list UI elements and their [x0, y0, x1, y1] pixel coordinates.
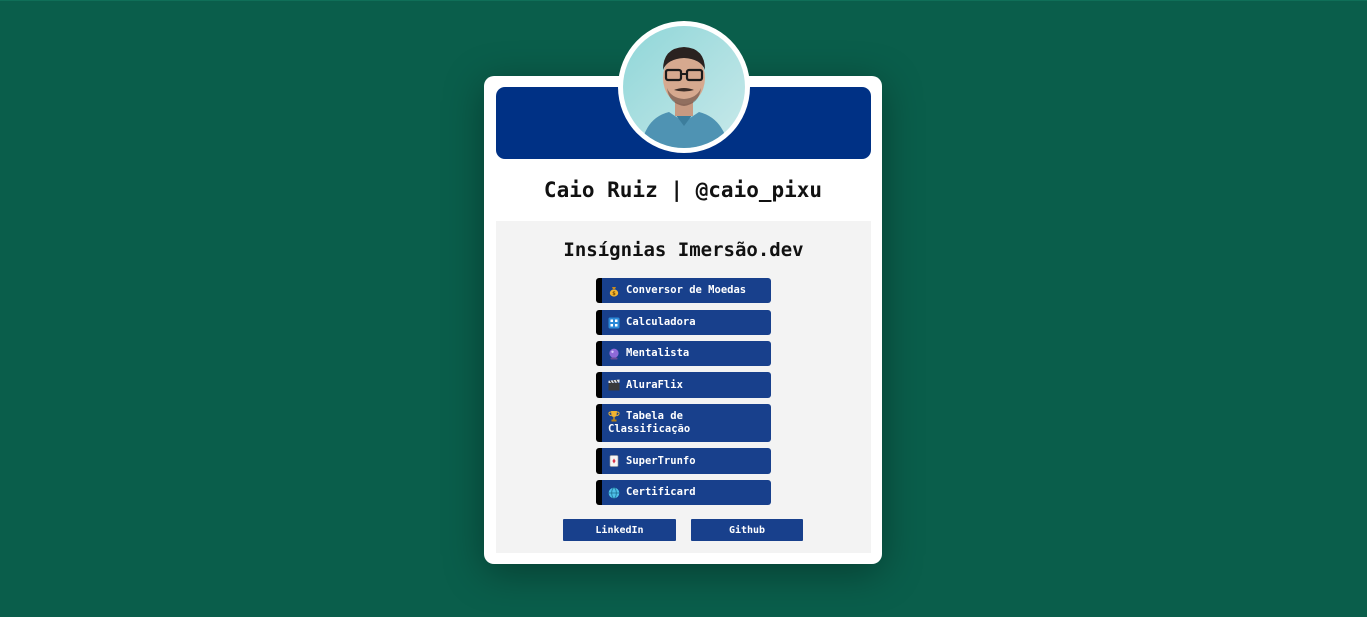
- badge-conversor-de-moedas[interactable]: $ Conversor de Moedas: [596, 278, 771, 303]
- badges-title: Insígnias Imersão.dev: [563, 239, 804, 261]
- profile-name: Caio Ruiz | @caio_pixu: [543, 178, 823, 202]
- svg-text:$: $: [612, 291, 616, 297]
- badge-mentalista[interactable]: Mentalista: [596, 341, 771, 366]
- money-bag-icon: $: [608, 285, 620, 297]
- clapper-board-icon: [608, 379, 620, 391]
- avatar: [618, 21, 750, 153]
- badge-label-line1: Tabela de: [626, 410, 683, 422]
- profile-photo: [623, 26, 745, 148]
- page-top-line: [0, 0, 1367, 1]
- trophy-icon: [608, 410, 620, 422]
- profile-card: Caio Ruiz | @caio_pixu Insígnias Imersão…: [484, 21, 882, 564]
- badge-label: AluraFlix: [626, 378, 683, 391]
- playing-card-icon: [608, 455, 620, 467]
- badge-supertrunfo[interactable]: SuperTrunfo: [596, 448, 771, 474]
- badge-label: Calculadora: [626, 316, 696, 328]
- calculator-icon: [608, 317, 620, 329]
- badge-tabela-de-classificacao[interactable]: Tabela de Classificação: [596, 404, 771, 442]
- globe-icon: [608, 486, 620, 499]
- badge-certificard[interactable]: Certificard: [596, 480, 771, 505]
- crystal-ball-icon: [608, 348, 620, 360]
- github-button[interactable]: Github: [691, 519, 803, 541]
- badges-panel: Insígnias Imersão.dev $ Conversor de Moe…: [496, 221, 871, 553]
- badge-label: Mentalista: [626, 347, 690, 359]
- badge-label-line2: Classificação: [608, 423, 691, 435]
- badge-calculadora[interactable]: Calculadora: [596, 310, 771, 335]
- badge-auraflix[interactable]: AluraFlix: [596, 372, 771, 398]
- badge-label: Certificard: [626, 486, 696, 498]
- linkedin-button[interactable]: LinkedIn: [563, 519, 676, 541]
- badge-label: SuperTrunfo: [626, 454, 696, 467]
- badge-label: Conversor de Moedas: [626, 284, 747, 296]
